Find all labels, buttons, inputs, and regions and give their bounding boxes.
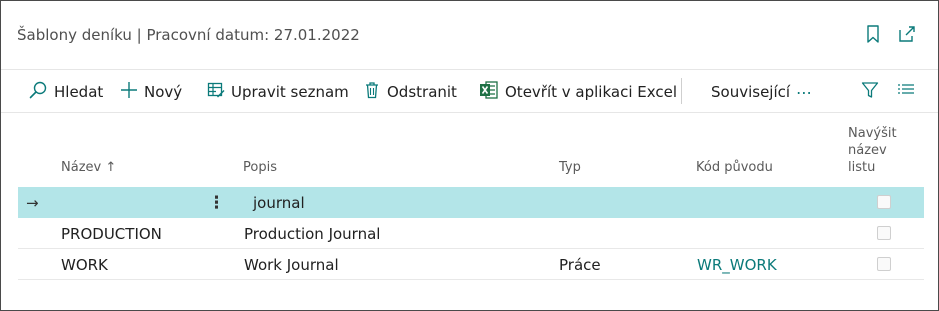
open-in-excel-button[interactable]: Otevřít v aplikaci Excel (479, 70, 677, 114)
new-label: Nový (144, 83, 183, 101)
open-in-excel-label: Otevřít v aplikaci Excel (505, 83, 678, 101)
cell-source-code[interactable]: WR_WORK (697, 249, 777, 280)
delete-label: Odstranit (387, 83, 457, 101)
toolbar-divider (681, 78, 682, 104)
trash-icon (363, 81, 381, 103)
cell-description[interactable]: Work Journal (244, 249, 339, 280)
search-button[interactable]: Hledat (28, 70, 103, 114)
column-header-description[interactable]: Popis (243, 160, 277, 175)
excel-icon (479, 80, 499, 104)
list-view-button[interactable] (897, 70, 915, 114)
delete-button[interactable]: Odstranit (363, 70, 457, 114)
plus-icon (120, 81, 138, 103)
increment-checkbox[interactable] (877, 195, 891, 209)
journal-templates-page: Šablony deníku | Pracovní datum: 27.01.2… (0, 0, 939, 311)
filter-button[interactable] (861, 70, 879, 114)
column-header-type[interactable]: Typ (559, 160, 581, 175)
page-header: Šablony deníku | Pracovní datum: 27.01.2… (1, 1, 938, 69)
row-actions-menu[interactable]: ⋮ (208, 187, 225, 218)
sort-ascending-icon: ↑ (105, 160, 117, 175)
column-header-increment-batch-name[interactable]: Navýšit název listu (848, 125, 897, 176)
filter-icon (861, 81, 879, 103)
related-label: Související (711, 83, 791, 101)
search-icon (28, 80, 48, 104)
cell-description[interactable]: journal (253, 187, 305, 218)
row-arrow-icon: → (26, 193, 39, 212)
more-options-button[interactable]: ⋯ (796, 70, 813, 114)
new-button[interactable]: Nový (120, 70, 182, 114)
increment-checkbox[interactable] (877, 226, 891, 240)
column-header-source-code[interactable]: Kód původu (696, 160, 773, 175)
cell-description[interactable]: Production Journal (244, 218, 380, 249)
list-view-icon (897, 81, 915, 103)
page-title: Šablony deníku | Pracovní datum: 27.01.2… (17, 26, 360, 44)
increment-checkbox[interactable] (877, 257, 891, 271)
cell-name[interactable]: PRODUCTION (61, 218, 162, 249)
more-options-icon: ⋯ (796, 82, 813, 102)
edit-list-icon (207, 81, 225, 103)
bookmark-icon[interactable] (863, 24, 883, 44)
cell-name[interactable]: WORK (61, 249, 108, 280)
table-row[interactable]: → ⋮ journal (18, 187, 924, 218)
open-new-window-icon[interactable] (897, 24, 917, 44)
action-bar: Hledat Nový Upravit seznam Odstranit Ote… (1, 69, 938, 113)
search-label: Hledat (54, 83, 104, 101)
related-menu[interactable]: Související (711, 70, 790, 114)
edit-list-button[interactable]: Upravit seznam (207, 70, 349, 114)
cell-type[interactable]: Práce (559, 249, 601, 280)
column-header-name[interactable]: Název ↑ (61, 160, 116, 175)
edit-list-label: Upravit seznam (231, 83, 349, 101)
table-row[interactable]: WORK Work Journal Práce WR_WORK (18, 249, 924, 280)
table-row[interactable]: PRODUCTION Production Journal (18, 218, 924, 249)
